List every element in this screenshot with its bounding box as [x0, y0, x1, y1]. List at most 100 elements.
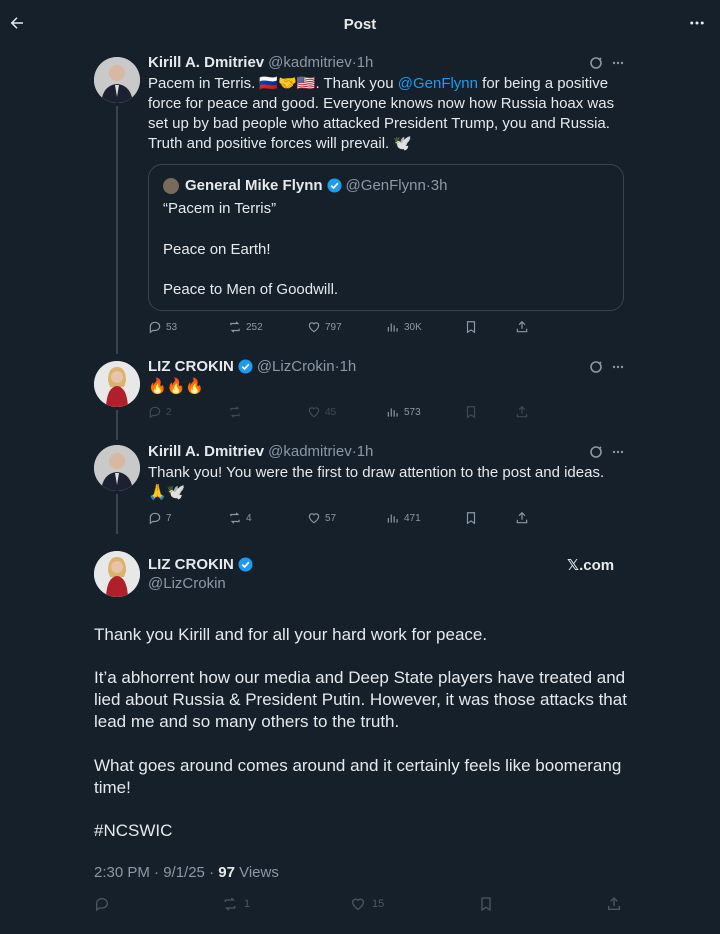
share-button[interactable] — [515, 511, 533, 525]
bookmark-button[interactable] — [464, 405, 482, 419]
main-post-line: What goes around comes around and it cer… — [94, 756, 622, 775]
author-handle[interactable]: @kadmitriev — [268, 54, 352, 71]
repost-button[interactable]: 1 — [222, 896, 250, 912]
repost-icon — [224, 897, 236, 911]
quoted-post[interactable]: General Mike Flynn @GenFlynn ·3h “Pacem … — [148, 164, 624, 311]
main-post-paragraph: It’a abhorrent how our media and Deep St… — [94, 667, 634, 733]
like-icon — [308, 513, 320, 524]
quote-line: Peace to Men of Goodwill. — [163, 281, 339, 298]
main-post-paragraph: What goes around comes around and it cer… — [94, 755, 634, 799]
main-post-handle-row: @LizCrokin — [148, 575, 226, 592]
repost-count: 1 — [244, 898, 251, 910]
author-name[interactable]: LIZ CROKIN — [148, 358, 234, 375]
grok-icon[interactable] — [588, 359, 604, 375]
bookmark-button[interactable] — [464, 320, 482, 334]
author-handle[interactable]: @LizCrokin — [148, 575, 226, 592]
tweet-text: Thank you! You were the first to draw at… — [148, 463, 618, 503]
bookmark-button[interactable] — [478, 896, 500, 912]
views-button[interactable]: 573 — [386, 405, 421, 419]
share-icon — [608, 897, 620, 910]
repost-button[interactable] — [228, 405, 246, 419]
main-post-line: time! — [94, 778, 131, 797]
quote-avatar — [163, 177, 179, 194]
bookmark-icon — [466, 512, 476, 525]
author-name[interactable]: LIZ CROKIN — [148, 556, 234, 573]
like-button[interactable]: 45 — [307, 405, 336, 419]
views-button[interactable]: 471 — [386, 511, 421, 525]
repost-icon — [230, 321, 240, 333]
repost-button[interactable]: 4 — [228, 511, 252, 525]
share-button[interactable] — [515, 405, 533, 419]
tweet-text-line: 🙏🕊️ — [148, 484, 186, 501]
bookmark-icon — [481, 897, 491, 912]
reply-icon — [149, 512, 161, 525]
repost-icon — [230, 406, 240, 418]
tweet-header: Kirill A. Dmitriev @kadmitriev ·1h — [148, 443, 373, 460]
share-icon — [516, 320, 528, 333]
like-button[interactable]: 797 — [307, 320, 342, 334]
mention-link[interactable]: @GenFlynn — [398, 75, 478, 92]
quote-line: “Pacem in Terris” — [163, 200, 277, 217]
tweet-text-line: set up by bad people who attacked Presid… — [148, 115, 610, 132]
like-button[interactable]: 57 — [307, 511, 336, 525]
tweet-text-line: Truth and positive forces will prevail. … — [148, 135, 413, 152]
quote-author-handle: @GenFlynn — [345, 177, 426, 194]
post-time: ·1h — [334, 358, 357, 375]
grok-icon[interactable] — [588, 444, 604, 460]
tweet-text-line: force for peace and good. Everyone knows… — [148, 95, 615, 112]
author-handle[interactable]: @LizCrokin — [257, 358, 335, 375]
tweet-text-line: Thank you! You were the first to draw at… — [148, 464, 605, 481]
author-name[interactable]: Kirill A. Dmitriev — [148, 443, 264, 460]
share-icon — [516, 405, 528, 418]
bookmark-icon — [466, 321, 476, 334]
verified-badge-icon — [238, 359, 253, 374]
bookmark-button[interactable] — [464, 511, 482, 525]
main-post-line: lead me and so many others to the truth. — [94, 712, 400, 731]
tweet-header: Kirill A. Dmitriev @kadmitriev ·1h — [148, 54, 373, 71]
reply-button[interactable]: 2 — [148, 405, 172, 419]
tweet-text: 🔥🔥🔥 — [148, 378, 205, 395]
thread-line — [116, 106, 118, 354]
tweet-actions-top — [588, 444, 626, 460]
like-button[interactable]: 15 — [350, 896, 384, 912]
reply-button[interactable] — [94, 896, 116, 912]
views-icon — [387, 323, 398, 332]
post-timestamp[interactable]: 2:30 PM · 9/1/25 · — [94, 864, 218, 881]
reply-count: 7 — [166, 512, 172, 524]
reply-button[interactable]: 7 — [148, 511, 172, 525]
reply-button[interactable]: 53 — [148, 320, 177, 334]
views-count: 573 — [404, 406, 421, 418]
repost-count: 4 — [246, 512, 252, 524]
reply-icon — [149, 321, 161, 334]
share-button[interactable] — [515, 320, 533, 334]
page-title: Post — [343, 16, 377, 33]
tweet-text: Pacem in Terris. 🇷🇺🤝🇺🇸. Thank you @GenFl… — [148, 74, 618, 154]
views-count: 471 — [404, 512, 421, 524]
hashtag-link[interactable]: #NCSWIC — [94, 820, 634, 842]
like-icon — [308, 322, 320, 333]
x-com-watermark: 𝕏.com — [567, 557, 615, 574]
more-icon[interactable] — [610, 444, 626, 460]
more-icon[interactable] — [686, 14, 708, 32]
reply-icon — [149, 406, 161, 419]
author-name[interactable]: Kirill A. Dmitriev — [148, 54, 264, 71]
more-icon[interactable] — [610, 359, 626, 375]
like-count: 57 — [325, 512, 337, 524]
bookmark-icon — [466, 406, 476, 419]
more-icon[interactable] — [610, 55, 626, 71]
avatar[interactable] — [94, 445, 140, 491]
share-button[interactable] — [606, 896, 628, 912]
tweet-actions-top — [588, 55, 626, 71]
author-handle[interactable]: @kadmitriev — [268, 443, 352, 460]
main-post-line: It’a abhorrent how our media and Deep St… — [94, 668, 626, 687]
quote-author-name: General Mike Flynn — [185, 177, 323, 194]
avatar[interactable] — [94, 361, 140, 407]
tweet-actions-top — [588, 359, 626, 375]
grok-icon[interactable] — [588, 55, 604, 71]
verified-badge-icon — [327, 178, 342, 193]
avatar[interactable] — [94, 57, 140, 103]
quote-time: ·3h — [425, 177, 448, 194]
repost-button[interactable]: 252 — [228, 320, 263, 334]
avatar[interactable] — [94, 551, 140, 597]
views-button[interactable]: 30K — [386, 320, 422, 334]
